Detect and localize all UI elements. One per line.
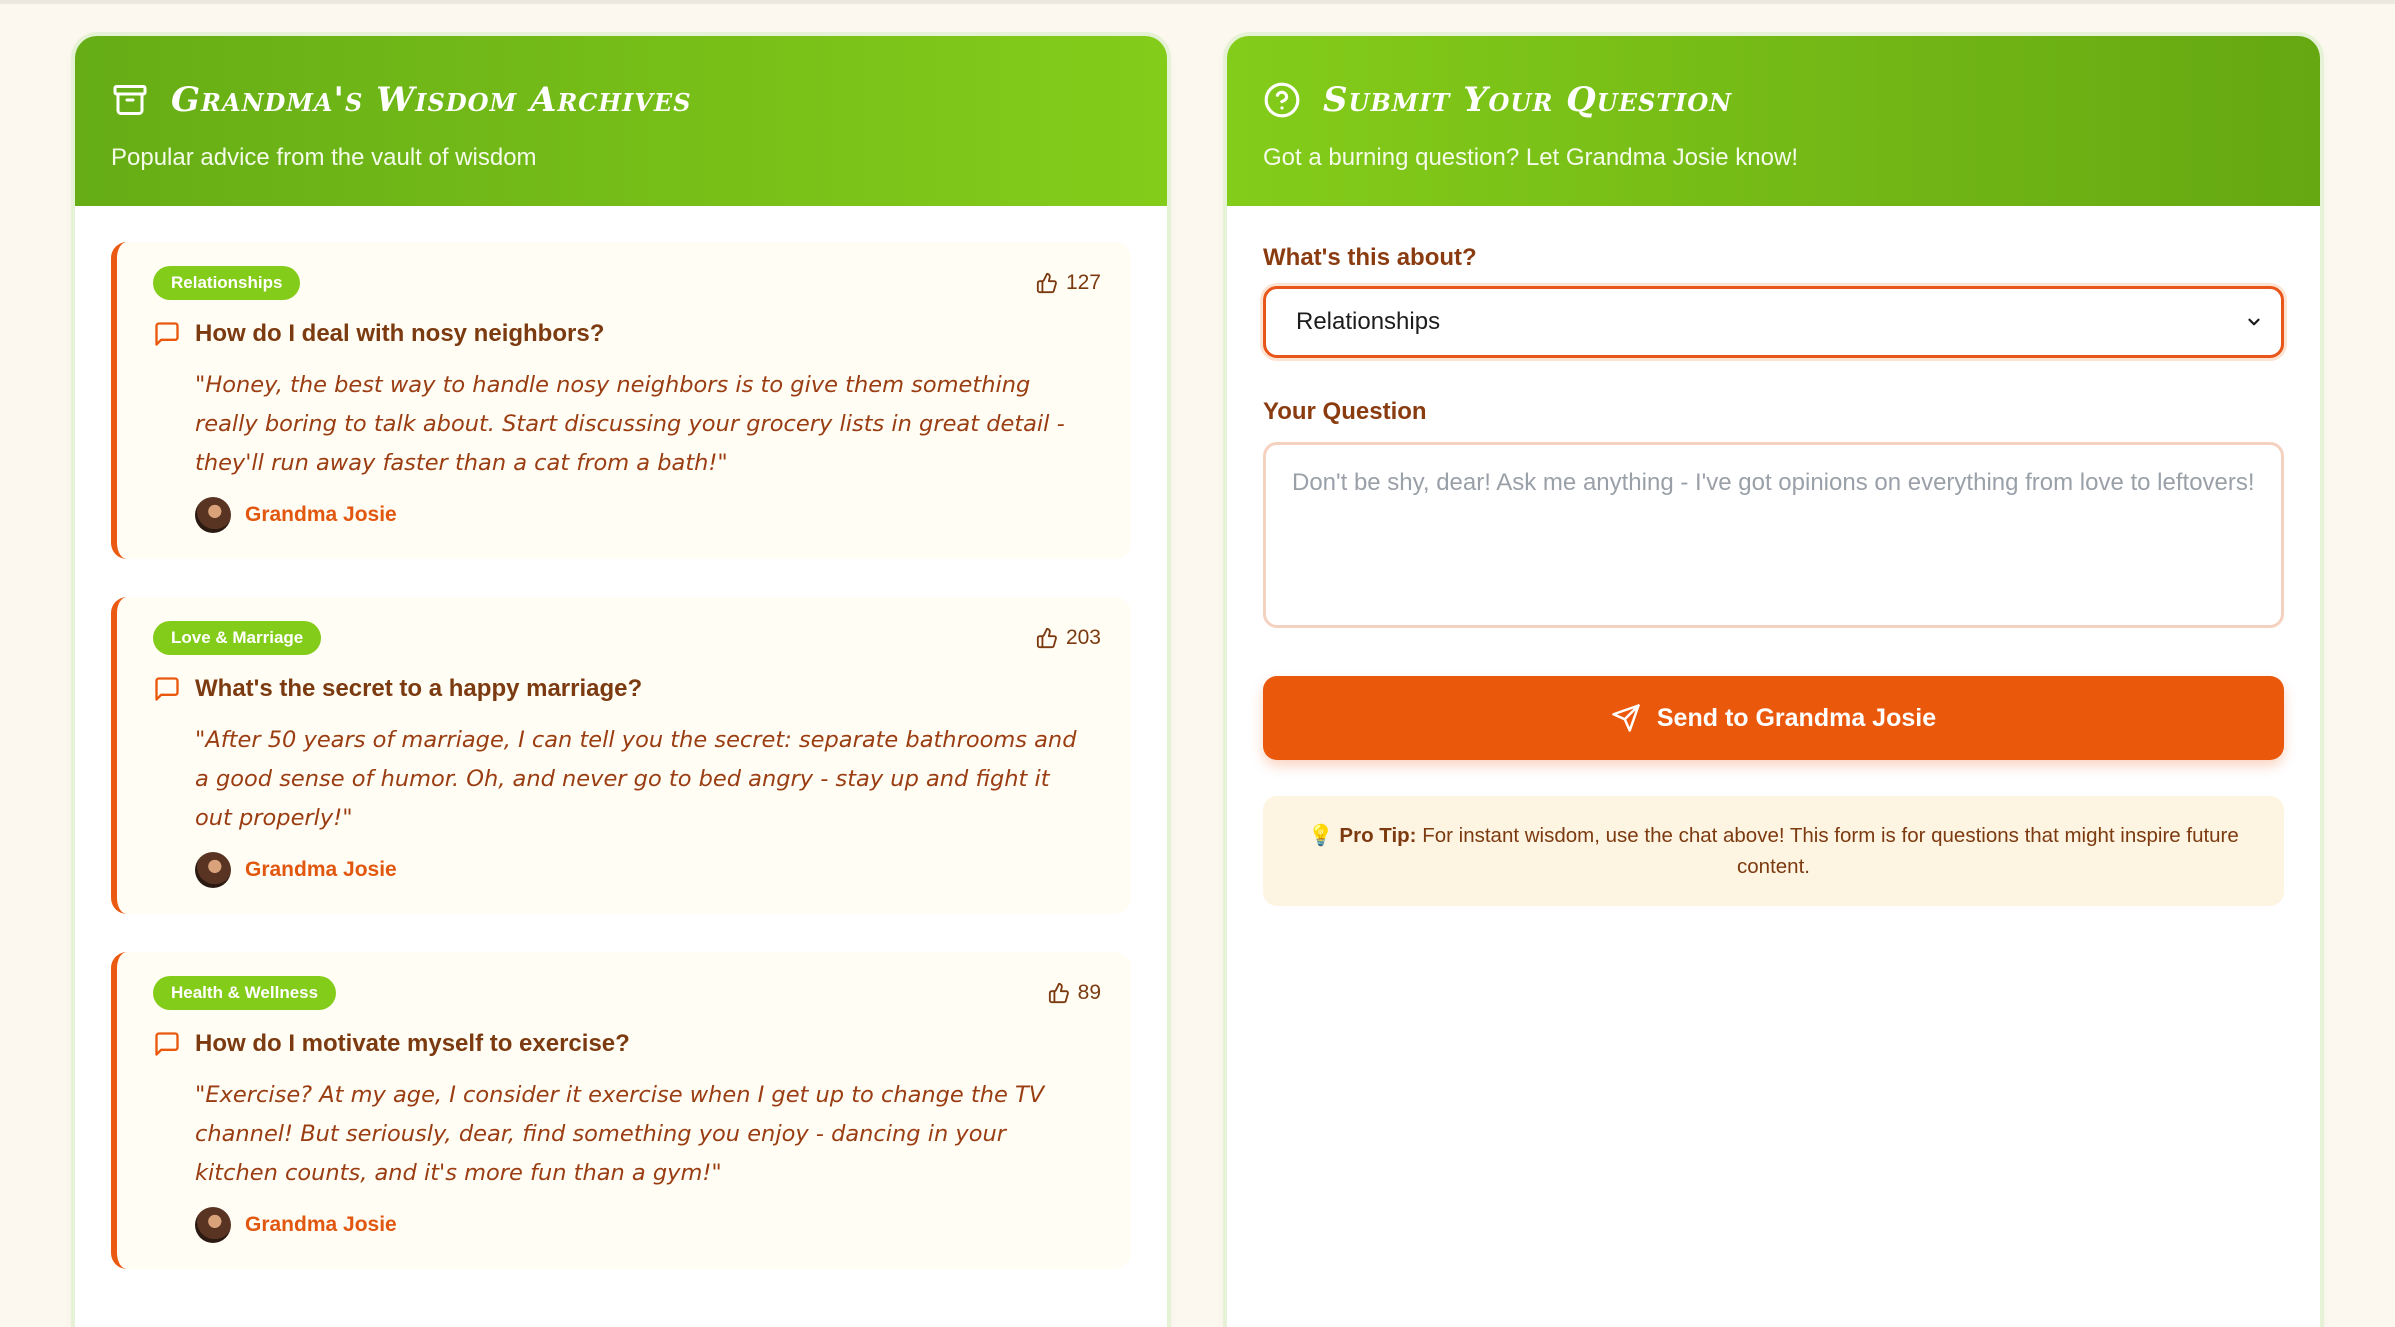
thumbs-up-icon — [1036, 627, 1057, 649]
avatar — [195, 852, 231, 888]
pro-tip-label: Pro Tip: — [1339, 824, 1417, 847]
submit-subtitle: Got a burning question? Let Grandma Josi… — [1263, 144, 1798, 171]
thumbs-up-icon — [1048, 982, 1069, 1004]
chevron-down-icon — [2248, 318, 2260, 326]
pro-tip-text: For instant wisdom, use the chat above! … — [1422, 824, 2239, 878]
help-circle-icon — [1263, 80, 1303, 120]
submit-header: Submit Your Question Got a burning quest… — [1227, 36, 2320, 206]
question-textarea[interactable]: Don't be shy, dear! Ask me anything - I'… — [1263, 442, 2284, 628]
pro-tip: 💡 Pro Tip: For instant wisdom, use the c… — [1263, 796, 2284, 906]
entry-answer: "Exercise? At my age, I consider it exer… — [195, 1082, 1045, 1186]
message-square-icon — [155, 1032, 179, 1056]
entry-answer: "After 50 years of marriage, I can tell … — [195, 727, 1077, 831]
like-count: 89 — [1077, 981, 1101, 1004]
archives-title: Grandma's Wisdom Archives — [171, 80, 692, 120]
send-button-label: Send to Grandma Josie — [1656, 703, 1937, 732]
archive-entry[interactable]: Love & Marriage 203 What's the secret to… — [111, 597, 1131, 914]
archive-list: Relationships 127 How do I deal with nos… — [75, 206, 1167, 1269]
topic-select[interactable]: Relationships — [1263, 286, 2284, 358]
entry-author: Grandma Josie — [195, 852, 1101, 888]
author-name: Grandma Josie — [245, 858, 397, 881]
author-name: Grandma Josie — [245, 1213, 397, 1236]
lightbulb-icon: 💡 — [1308, 824, 1334, 847]
question-form: What's this about? Relationships Your Qu… — [1227, 206, 2320, 906]
thumbs-up-icon — [1036, 272, 1057, 294]
author-name: Grandma Josie — [245, 503, 397, 526]
entry-question: How do I deal with nosy neighbors? — [195, 320, 605, 347]
topic-label: What's this about? — [1263, 244, 1477, 271]
entry-question: How do I motivate myself to exercise? — [195, 1030, 630, 1057]
topic-selected-value: Relationships — [1296, 308, 1441, 335]
category-tag[interactable]: Health & Wellness — [153, 976, 337, 1010]
archives-subtitle: Popular advice from the vault of wisdom — [111, 144, 537, 171]
avatar — [195, 1207, 231, 1243]
entry-question: What's the secret to a happy marriage? — [195, 675, 643, 702]
like-button[interactable]: 89 — [1048, 981, 1101, 1005]
avatar — [195, 497, 231, 533]
archive-entry[interactable]: Relationships 127 How do I deal with nos… — [111, 242, 1131, 559]
submit-question-card: Submit Your Question Got a burning quest… — [1227, 36, 2320, 1327]
category-tag[interactable]: Love & Marriage — [153, 621, 322, 655]
like-count: 203 — [1065, 626, 1101, 649]
question-placeholder: Don't be shy, dear! Ask me anything - I'… — [1292, 469, 2255, 496]
wisdom-archives-card: Grandma's Wisdom Archives Popular advice… — [75, 36, 1167, 1327]
like-count: 127 — [1065, 271, 1101, 294]
message-square-icon — [155, 322, 179, 346]
send-icon — [1612, 704, 1640, 732]
archive-box-icon — [111, 80, 151, 120]
entry-answer: "Honey, the best way to handle nosy neig… — [195, 372, 1065, 476]
archive-entry[interactable]: Health & Wellness 89 How do I motivate m… — [111, 952, 1131, 1269]
message-square-icon — [155, 677, 179, 701]
like-button[interactable]: 127 — [1036, 271, 1101, 295]
entry-author: Grandma Josie — [195, 1207, 1101, 1243]
submit-title: Submit Your Question — [1323, 80, 1733, 120]
top-divider — [0, 0, 2395, 4]
send-button[interactable]: Send to Grandma Josie — [1263, 676, 2284, 760]
like-button[interactable]: 203 — [1036, 626, 1101, 650]
archives-header: Grandma's Wisdom Archives Popular advice… — [75, 36, 1167, 206]
question-label: Your Question — [1263, 398, 1427, 425]
category-tag[interactable]: Relationships — [153, 266, 301, 300]
entry-author: Grandma Josie — [195, 497, 1101, 533]
